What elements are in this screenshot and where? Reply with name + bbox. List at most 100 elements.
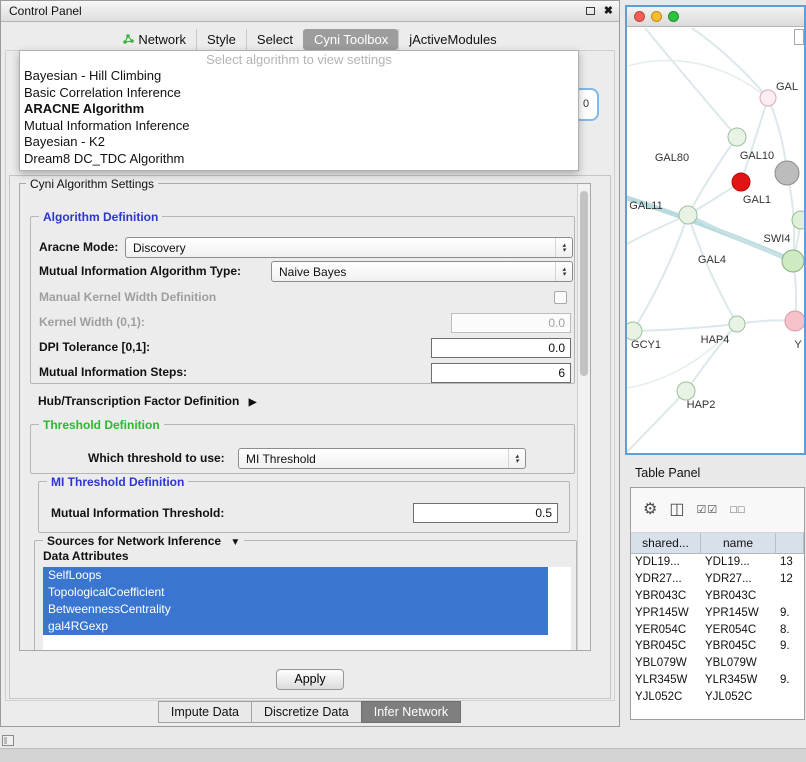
hub-transcription-factor-section[interactable]: Hub/Transcription Factor Definition ▶ [38, 394, 256, 408]
network-edge [627, 391, 686, 452]
which-threshold-label: Which threshold to use: [88, 448, 225, 469]
chevron-right-icon[interactable]: ▶ [249, 397, 257, 408]
sources-title[interactable]: Sources for Network Inference ▼ [43, 534, 244, 548]
algorithm-option-basic-correlation-inference[interactable]: Basic Correlation Inference [20, 85, 578, 102]
close-window-icon[interactable]: ✖ [604, 6, 613, 17]
aracne-mode-value: Discovery [133, 241, 186, 255]
combo-arrows-icon: ▴▾ [555, 262, 572, 281]
column-header-extra[interactable] [776, 533, 804, 553]
mi-steps-field[interactable]: 6 [431, 363, 571, 383]
mi-algorithm-type-value: Naive Bayes [279, 265, 346, 279]
table-panel-window: ⚙ ◫ ☑☑ □□ shared... name YDL19...YDL19..… [630, 487, 805, 720]
settings-scrollbar[interactable] [577, 184, 590, 650]
table-cell: YPR145W [701, 607, 776, 619]
table-row[interactable]: YJL052CYJL052C [631, 688, 804, 705]
table-cell: YER054C [701, 624, 776, 636]
network-edge [688, 215, 737, 324]
which-threshold-select[interactable]: MI Threshold ▴▾ [238, 448, 526, 469]
data-attribute-item[interactable]: SelfLoops [43, 567, 548, 584]
node-label: GCY1 [631, 339, 661, 351]
network-node[interactable] [775, 161, 799, 185]
spinner-value: 0 [583, 98, 589, 110]
kernel-width-label: Kernel Width (0,1): [39, 312, 145, 333]
network-edge [627, 60, 768, 98]
mi-threshold-field[interactable]: 0.5 [413, 503, 558, 523]
data-attribute-item[interactable]: BetweennessCentrality [43, 601, 548, 618]
table-row[interactable]: YBR043CYBR043C [631, 588, 804, 605]
tab-select[interactable]: Select [246, 29, 303, 50]
network-node[interactable] [728, 128, 746, 146]
chevron-down-icon[interactable]: ▼ [230, 537, 240, 548]
node-label: GAL4 [698, 254, 726, 266]
network-node[interactable] [729, 316, 745, 332]
bottom-tab-infer-network[interactable]: Infer Network [361, 701, 461, 723]
settings-scrollbar-thumb[interactable] [580, 191, 588, 376]
network-node[interactable] [760, 90, 776, 106]
algorithm-definition-group: Algorithm Definition Aracne Mode: Discov… [30, 216, 575, 384]
table-row[interactable]: YER054CYER054C8. [631, 621, 804, 638]
minimized-panel-icon[interactable] [2, 735, 14, 746]
network-window-titlebar [627, 7, 804, 27]
tab-style[interactable]: Style [196, 29, 246, 50]
close-traffic-icon[interactable] [634, 11, 645, 22]
table-cell: YPR145W [631, 607, 701, 619]
table-row[interactable]: YPR145WYPR145W9. [631, 604, 804, 621]
settings-pane-viewport: Algorithm Definition Aracne Mode: Discov… [20, 184, 590, 650]
apply-button[interactable]: Apply [276, 669, 344, 690]
tab-network[interactable]: Network [113, 29, 196, 50]
algorithm-option-list: Bayesian - Hill ClimbingBasic Correlatio… [20, 68, 578, 168]
dpi-tolerance-field[interactable]: 0.0 [431, 338, 571, 358]
mi-algorithm-type-select[interactable]: Naive Bayes ▴▾ [271, 261, 573, 282]
network-node[interactable] [679, 206, 697, 224]
network-edge [633, 324, 737, 331]
data-attribute-item[interactable]: TopologicalCoefficient [43, 584, 548, 601]
network-graph-canvas[interactable]: GALGAL80GAL10GAL11GAL1SWI4GAL4GCY1HAP4YH… [627, 28, 804, 455]
select-all-icon[interactable]: ☑☑ [696, 502, 718, 518]
column-header-name[interactable]: name [701, 533, 776, 553]
table-row[interactable]: YDL19...YDL19...13 [631, 554, 804, 571]
network-edge [645, 28, 737, 137]
columns-icon[interactable]: ◫ [669, 502, 684, 518]
minimize-traffic-icon[interactable] [651, 11, 662, 22]
tab-jactivemodules[interactable]: jActiveModules [398, 29, 506, 50]
node-label: HAP2 [687, 399, 716, 411]
algorithm-option-bayesian-hill-climbing[interactable]: Bayesian - Hill Climbing [20, 68, 578, 85]
network-node[interactable] [627, 322, 642, 340]
data-attribute-item[interactable]: gal4RGexp [43, 618, 548, 635]
table-cell: YLR345W [701, 674, 776, 686]
node-label: Y [794, 339, 802, 351]
algorithm-option-dream8-dc-tdc-algorithm[interactable]: Dream8 DC_TDC Algorithm [20, 151, 578, 168]
algorithm-option-bayesian-k2[interactable]: Bayesian - K2 [20, 134, 578, 151]
deselect-all-icon[interactable]: □□ [730, 502, 745, 518]
hub-section-label: Hub/Transcription Factor Definition [38, 394, 239, 408]
node-label: HAP4 [701, 334, 730, 346]
zoom-traffic-icon[interactable] [668, 11, 679, 22]
network-node[interactable] [732, 173, 750, 191]
bottom-tab-discretize-data[interactable]: Discretize Data [251, 701, 362, 723]
gear-icon[interactable]: ⚙ [643, 502, 657, 518]
data-attributes-list[interactable]: SelfLoopsTopologicalCoefficientBetweenne… [43, 567, 571, 650]
table-row[interactable]: YBR045CYBR045C9. [631, 638, 804, 655]
table-cell: 13 [776, 556, 804, 568]
tab-cyni-toolbox[interactable]: Cyni Toolbox [303, 29, 398, 50]
table-cell: 8. [776, 624, 804, 636]
algorithm-option-mutual-information-inference[interactable]: Mutual Information Inference [20, 118, 578, 135]
table-row[interactable]: YBL079WYBL079W [631, 655, 804, 672]
table-row[interactable]: YDR27...YDR27...12 [631, 571, 804, 588]
table-cell: 12 [776, 573, 804, 585]
network-node[interactable] [677, 382, 695, 400]
float-window-icon[interactable] [586, 7, 595, 15]
network-node[interactable] [785, 311, 804, 331]
table-cell: YBR045C [631, 640, 701, 652]
aracne-mode-select[interactable]: Discovery ▴▾ [125, 237, 573, 258]
bottom-tab-impute-data[interactable]: Impute Data [158, 701, 252, 723]
dpi-tolerance-label: DPI Tolerance [0,1]: [39, 337, 150, 358]
column-header-shared-name[interactable]: shared... [631, 533, 701, 553]
network-node[interactable] [782, 250, 804, 272]
node-label: SWI4 [764, 233, 791, 245]
sources-title-label: Sources for Network Inference [47, 534, 221, 548]
algorithm-option-aracne-algorithm[interactable]: ARACNE Algorithm [20, 101, 578, 118]
mi-algorithm-type-label: Mutual Information Algorithm Type: [39, 261, 241, 282]
tab-label: Style [207, 32, 236, 47]
table-row[interactable]: YLR345WYLR345W9. [631, 672, 804, 689]
